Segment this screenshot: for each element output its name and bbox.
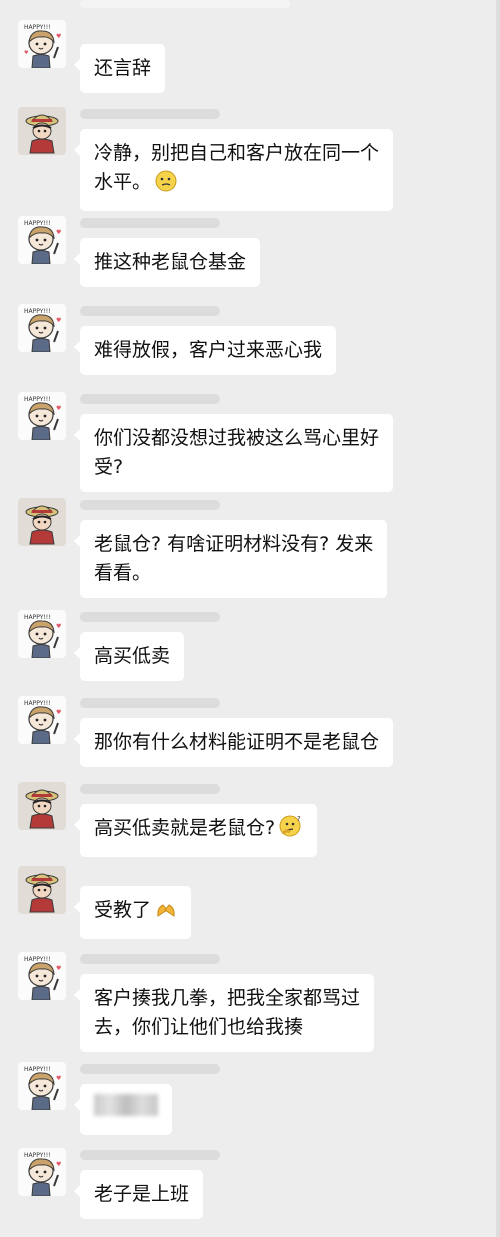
- message-bubble[interactable]: 冷静，别把自己和客户放在同一个 水平。: [73, 129, 394, 211]
- fist-salute-icon: [155, 898, 177, 929]
- message-bubble[interactable]: 推这种老鼠仓基金: [73, 238, 261, 287]
- avatar-happy-girl[interactable]: HAPPY!!! ♥: [18, 1062, 66, 1110]
- avatar-happy-girl[interactable]: HAPPY!!! ♥: [18, 952, 66, 1000]
- blurred-nickname: [80, 0, 290, 8]
- svg-text:♥: ♥: [56, 33, 61, 40]
- blurred-nickname: [80, 109, 220, 119]
- avatar-happy-girl[interactable]: HAPPY!!! ♥: [18, 216, 66, 264]
- avatar-happy-girl[interactable]: HAPPY!!! ♥: [18, 610, 66, 658]
- svg-text:♥: ♥: [56, 965, 61, 972]
- avatar-caption: HAPPY!!!: [24, 220, 51, 227]
- svg-text:♥: ♥: [24, 50, 29, 56]
- svg-text:♥: ♥: [56, 317, 61, 324]
- svg-text:♥: ♥: [56, 1161, 61, 1168]
- smirk-face-icon: [155, 170, 177, 201]
- message-bubble[interactable]: 高买低卖就是老鼠仓??: [73, 804, 318, 857]
- avatar-luffy[interactable]: [18, 782, 66, 830]
- scrollbar[interactable]: [496, 0, 500, 1237]
- avatar-caption: HAPPY!!!: [24, 956, 51, 963]
- blurred-nickname: [80, 698, 220, 708]
- message-bubble[interactable]: [74, 1084, 172, 1135]
- avatar-happy-girl[interactable]: HAPPY!!! ♥: [18, 696, 66, 744]
- avatar-caption: HAPPY!!!: [24, 396, 51, 403]
- blurred-nickname: [80, 306, 220, 316]
- message-bubble[interactable]: 老鼠仓? 有啥证明材料没有? 发来 看看。: [73, 520, 388, 598]
- blurred-nickname: [80, 612, 220, 622]
- blurred-nickname: [80, 394, 220, 404]
- avatar-happy-girl[interactable]: HAPPY!!! ♥: [18, 304, 66, 352]
- avatar-luffy[interactable]: [18, 107, 66, 155]
- blurred-nickname: [80, 1064, 220, 1074]
- svg-text:♥: ♥: [56, 229, 61, 236]
- avatar-caption: HAPPY!!!: [24, 308, 51, 315]
- avatar-caption: HAPPY!!!: [24, 614, 51, 621]
- message-bubble[interactable]: 老子是上班: [73, 1170, 204, 1219]
- message-bubble[interactable]: 难得放假，客户过来恶心我: [73, 326, 337, 375]
- message-bubble[interactable]: 客户揍我几拳，把我全家都骂过 去，你们让他们也给我揍: [73, 974, 375, 1052]
- svg-text:?: ?: [297, 815, 301, 823]
- message-bubble[interactable]: 高买低卖: [73, 632, 185, 681]
- svg-text:♥: ♥: [56, 1075, 61, 1082]
- svg-text:♥: ♥: [56, 405, 61, 412]
- chat-window: HAPPY!!! ♥ ♥ 还言辞 冷静，别把自己和客户放在同一个 水平。 HAP…: [0, 0, 500, 1237]
- avatar-happy-girl[interactable]: HAPPY!!! ♥: [18, 392, 66, 440]
- thinking-face-icon: ?: [279, 814, 303, 847]
- message-bubble[interactable]: 那你有什么材料能证明不是老鼠仓: [73, 718, 394, 767]
- avatar-happy-girl[interactable]: HAPPY!!! ♥: [18, 1148, 66, 1196]
- blurred-content: [94, 1094, 158, 1116]
- blurred-nickname: [80, 1150, 220, 1160]
- blurred-nickname: [80, 500, 220, 510]
- blurred-nickname: [80, 954, 220, 964]
- avatar-luffy[interactable]: [18, 498, 66, 546]
- blurred-nickname: [80, 218, 220, 228]
- message-bubble[interactable]: 受教了: [73, 886, 192, 939]
- avatar-caption: HAPPY!!!: [24, 1066, 51, 1073]
- svg-text:♥: ♥: [56, 709, 61, 716]
- message-bubble[interactable]: 你们没都没想过我被这么骂心里好 受?: [73, 414, 394, 492]
- svg-text:♥: ♥: [56, 623, 61, 630]
- avatar-caption: HAPPY!!!: [24, 700, 51, 707]
- avatar-happy-girl[interactable]: HAPPY!!! ♥ ♥: [18, 20, 66, 68]
- message-bubble[interactable]: 还言辞: [73, 44, 166, 93]
- blurred-nickname: [80, 784, 220, 794]
- avatar-caption: HAPPY!!!: [24, 24, 51, 31]
- avatar-luffy[interactable]: [18, 866, 66, 914]
- avatar-caption: HAPPY!!!: [24, 1152, 51, 1159]
